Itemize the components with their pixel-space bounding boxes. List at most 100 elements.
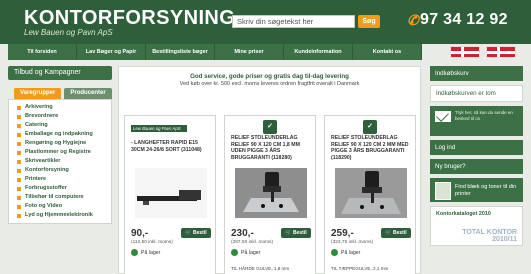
bullet-icon <box>17 195 21 200</box>
category-label: Emballage og indpakning <box>25 131 93 137</box>
product-card[interactable]: Lew Bauen og Pavn ApS - LANGHEFTER RAPID… <box>124 115 216 274</box>
list-item[interactable]: Emballage og indpakning <box>9 130 111 139</box>
nav-item-home[interactable]: Til forsiden <box>8 44 77 60</box>
product-image[interactable] <box>335 168 407 218</box>
bullet-icon <box>17 213 21 218</box>
product-price: 230,- <box>231 228 254 239</box>
category-label: Plastlommer og Registre <box>25 149 91 155</box>
login-button[interactable]: Log ind <box>430 140 523 155</box>
stock-status: På lager <box>331 249 360 256</box>
bullet-icon <box>17 186 21 191</box>
stock-label: På lager <box>141 249 161 256</box>
product-card[interactable]: ✓ RELIEF STOLEUNDERLAG RELIEF 90 X 120 C… <box>324 115 416 274</box>
category-label: Skriveartikler <box>25 158 61 164</box>
list-item[interactable]: Foto og Video <box>9 202 111 211</box>
promo-button[interactable]: Tilbud og Kampagner <box>8 66 112 80</box>
list-item[interactable]: Tilbehør til computere <box>9 193 111 202</box>
search-button[interactable]: Søg <box>358 15 380 28</box>
list-item[interactable]: Rengøring og Hygiejne <box>9 139 111 148</box>
flag-icon[interactable] <box>486 46 516 58</box>
category-label: Kontorforsyning <box>25 167 69 173</box>
buy-button[interactable]: 🛒 Bestil <box>381 228 411 238</box>
nav-item-orderlist[interactable]: Bestillingsliste bøger <box>146 44 215 60</box>
bullet-icon <box>17 132 21 137</box>
bullet-icon <box>17 141 21 146</box>
category-list: Arkivering Brevordnere Catering Emballag… <box>8 99 112 224</box>
list-item[interactable]: Plastlommer og Registre <box>9 148 111 157</box>
flag-icon[interactable] <box>450 46 480 58</box>
catalog-box[interactable]: Kontorkataloget 2010 TOTAL KONTOR 2010/1… <box>430 206 523 246</box>
mail-text: Tryk her, så kan du sende en besked til … <box>455 110 513 121</box>
mail-icon <box>435 110 451 122</box>
category-label: Rengøring og Hygiejne <box>25 140 87 146</box>
quality-badge-icon: ✓ <box>363 120 377 134</box>
nav-item-books[interactable]: Lav Bøger og Papir <box>77 44 146 60</box>
main-content: God service, gode priser og gratis dag t… <box>118 66 421 274</box>
bullet-icon <box>17 159 21 164</box>
buy-button[interactable]: 🛒 Bestil <box>181 228 211 238</box>
stock-label: På lager <box>341 249 361 256</box>
stock-status: På lager <box>231 249 260 256</box>
nav-item-contact[interactable]: Kontakt os <box>353 44 422 60</box>
product-title[interactable]: - LANGHEFTER RAPID E15 30CM 24-26/8 SORT… <box>131 140 213 153</box>
product-price: 259,- <box>331 228 354 239</box>
stock-status: På lager <box>131 249 160 256</box>
search-input[interactable]: Skriv din søgetekst her <box>232 15 355 28</box>
product-note: TIL HÅRDE GULVE, 1,8 mm <box>231 266 290 271</box>
list-item[interactable]: Lyd og Hjemmeelektronik <box>9 211 111 220</box>
product-vat: (112,50 inkl. moms) <box>131 240 173 245</box>
intro-title: God service, gode priser og gratis dag t… <box>190 73 349 80</box>
catalog-brand: TOTAL KONTOR 2010/11 <box>462 229 517 243</box>
nav-item-prices[interactable]: Mine priser <box>215 44 284 60</box>
site-slogan: Lew Bauen og Pavn ApS <box>24 28 113 37</box>
list-item[interactable]: Catering <box>9 121 111 130</box>
product-image[interactable] <box>135 168 207 218</box>
category-label: Lyd og Hjemmeelektronik <box>25 212 93 218</box>
product-vat: (287,50 inkl. moms) <box>231 240 274 245</box>
category-label: Catering <box>25 122 48 128</box>
bullet-icon <box>17 204 21 209</box>
list-item[interactable]: Brevordnere <box>9 112 111 121</box>
list-item[interactable]: Skriveartikler <box>9 157 111 166</box>
mail-box[interactable]: Tryk her, så kan du sende en besked til … <box>430 106 523 136</box>
find-ink-row: Find blæk og toner til din printer <box>435 182 518 200</box>
header: KONTORFORSYNING Lew Bauen og Pavn ApS Sk… <box>0 0 531 44</box>
product-title[interactable]: RELIEF STOLEUNDERLAG RELIEF 90 X 120 CM … <box>231 135 313 161</box>
intro-text: Ved køb over kr. 500 excl. moms leveres … <box>179 81 360 87</box>
cart-icon: 🛒 <box>185 230 193 236</box>
category-label: Forbrugsstoffer <box>25 185 67 191</box>
list-item[interactable]: Arkivering <box>9 103 111 112</box>
bullet-icon <box>17 150 21 155</box>
mail-row: Tryk her, så kan du sende en besked til … <box>435 110 518 122</box>
category-label: Printere <box>25 176 47 182</box>
language-flags <box>450 46 516 58</box>
tab-varegrupper[interactable]: Varegrupper <box>14 88 62 99</box>
product-card[interactable]: ✓ RELIEF STOLEUNDERLAG RELIEF 90 X 120 C… <box>224 115 316 274</box>
tab-producenter[interactable]: Producenter <box>64 88 112 99</box>
buy-label: Bestil <box>193 230 207 236</box>
bullet-icon <box>17 105 21 110</box>
product-title[interactable]: RELIEF STOLEUNDERLAG RELIEF 90 X 120 CM … <box>331 135 413 161</box>
basket-header[interactable]: Indkøbskurv <box>430 66 523 81</box>
category-label: Arkivering <box>25 104 53 110</box>
nav-item-info[interactable]: Kundeinformation <box>284 44 353 60</box>
category-label: Tilbehør til computere <box>25 194 84 200</box>
main-nav: Til forsiden Lav Bøger og Papir Bestilli… <box>8 44 422 60</box>
list-item[interactable]: Kontorforsyning <box>9 166 111 175</box>
find-ink-box[interactable]: Find blæk og toner til din printer <box>430 178 523 202</box>
list-item[interactable]: Forbrugsstoffer <box>9 184 111 193</box>
phone-number: 97 34 12 92 <box>420 11 508 28</box>
new-user-button[interactable]: Ny bruger? <box>430 159 523 174</box>
product-price: 90,- <box>131 228 149 239</box>
bullet-icon <box>17 177 21 182</box>
site-logo[interactable]: KONTORFORSYNING <box>24 8 235 28</box>
buy-label: Bestil <box>393 230 407 236</box>
cart-icon: 🛒 <box>285 230 293 236</box>
list-item[interactable]: Printere <box>9 175 111 184</box>
catalog-title: Kontorkataloget 2010 <box>436 211 491 217</box>
category-tabs: Varegrupper Producenter <box>8 88 112 99</box>
left-sidebar: Tilbud og Kampagner Varegrupper Producen… <box>8 66 112 274</box>
product-note: TIL TÆPPEGULVE, 2,1 mm <box>331 266 389 271</box>
product-image[interactable] <box>235 168 307 218</box>
buy-button[interactable]: 🛒 Bestil <box>281 228 311 238</box>
